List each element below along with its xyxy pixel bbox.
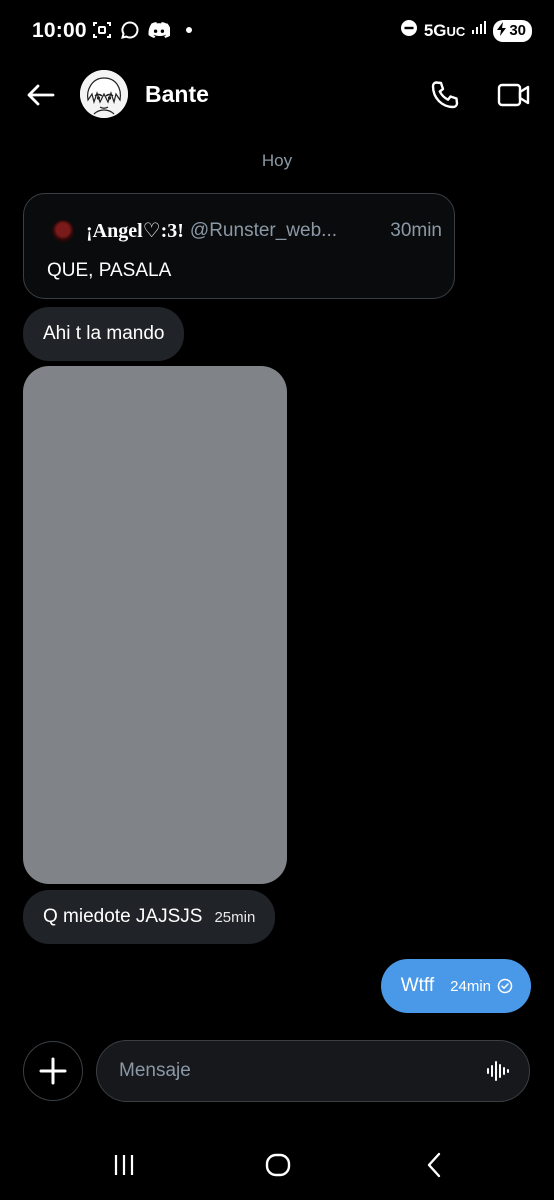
sent-check-icon — [497, 978, 513, 994]
charging-icon — [497, 21, 507, 40]
quoted-author-name: ¡Angel♡:3! — [86, 220, 184, 242]
quoted-post-header: ¡Angel♡:3! @Runster_web... 30min — [52, 218, 442, 243]
dm-screen: 10:00 5GUC 30 Bante Hoy ¡Angel♡:3! @Runs… — [0, 0, 554, 1200]
battery-indicator: 30 — [493, 19, 532, 42]
date-divider: Hoy — [261, 151, 293, 170]
media-attachment[interactable] — [23, 366, 287, 884]
message-composer — [96, 1040, 530, 1102]
message-bubble-outgoing[interactable]: Wtff 24min — [380, 959, 531, 1013]
recents-button[interactable] — [108, 1150, 140, 1180]
dnd-icon — [400, 19, 418, 42]
voice-call-button[interactable] — [426, 76, 464, 114]
video-icon — [497, 83, 530, 107]
quoted-post-card[interactable]: ¡Angel♡:3! @Runster_web... 30min QUE, PA… — [23, 193, 455, 299]
message-bubble-incoming[interactable]: Ahi t la mando — [23, 307, 185, 361]
quoted-author-avatar — [52, 219, 74, 242]
system-back-button[interactable] — [418, 1150, 450, 1180]
network-type: 5GUC — [423, 20, 466, 40]
quoted-post-text: QUE, PASALA — [47, 260, 172, 281]
chevron-left-icon — [427, 1152, 441, 1178]
video-call-button[interactable] — [494, 76, 534, 114]
dot-icon — [186, 27, 192, 33]
screenshot-icon — [92, 20, 112, 40]
notification-icons — [92, 20, 192, 40]
signal-icon — [471, 20, 487, 41]
chat-icon — [120, 20, 140, 40]
voice-message-button[interactable] — [485, 1058, 511, 1084]
avatar[interactable] — [80, 70, 128, 118]
message-text: Ahi t la mando — [43, 323, 165, 344]
recents-icon — [114, 1155, 134, 1175]
contact-name[interactable]: Bante — [145, 81, 209, 108]
waveform-icon — [487, 1061, 509, 1081]
message-text: Wtff — [400, 975, 435, 996]
discord-icon — [148, 21, 170, 39]
battery-level: 30 — [509, 22, 526, 39]
status-time: 10:00 — [32, 19, 87, 42]
message-time: 24min — [450, 977, 491, 995]
quoted-post-time: 30min — [390, 219, 442, 241]
home-icon — [265, 1153, 291, 1177]
avatar-image — [80, 70, 128, 118]
home-button[interactable] — [262, 1150, 294, 1180]
message-text: Q miedote JAJSJS — [43, 906, 203, 927]
message-bubble-incoming[interactable]: Q miedote JAJSJS 25min — [23, 890, 276, 944]
phone-icon — [431, 81, 459, 109]
quoted-author-handle: @Runster_web... — [189, 219, 337, 241]
conversation-header: Bante — [0, 62, 554, 126]
system-nav-bar — [0, 1130, 554, 1200]
status-bar: 10:00 5GUC 30 — [0, 0, 554, 62]
back-button[interactable] — [24, 78, 58, 112]
plus-icon — [39, 1057, 67, 1085]
message-time: 25min — [214, 908, 256, 926]
message-input[interactable] — [119, 1055, 459, 1087]
add-attachment-button[interactable] — [23, 1041, 83, 1101]
back-arrow-icon — [27, 84, 55, 106]
system-indicators: 5GUC 30 — [400, 19, 532, 42]
